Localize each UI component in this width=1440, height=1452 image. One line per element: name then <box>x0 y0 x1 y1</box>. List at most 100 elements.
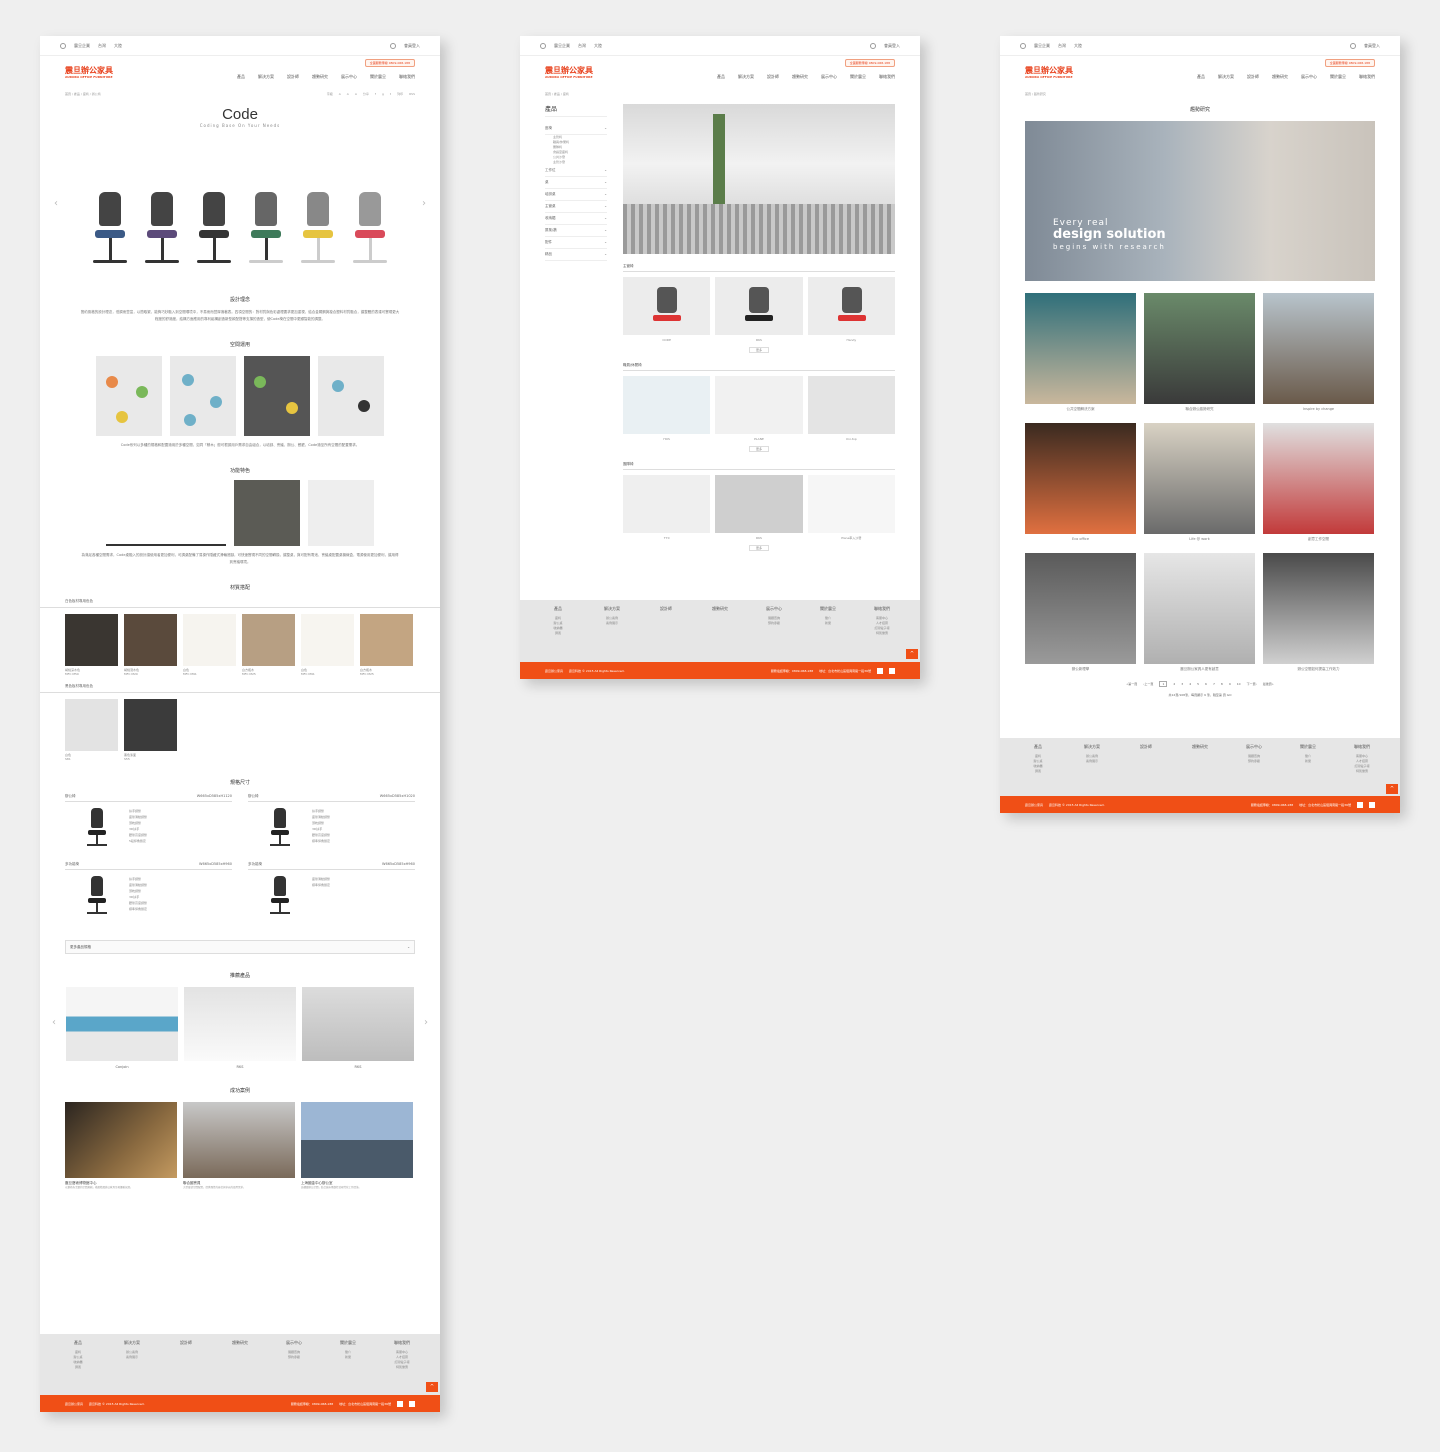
footer-link[interactable]: 新聞 <box>812 621 844 626</box>
product-card[interactable]: Uni-top <box>807 376 895 441</box>
footer-link[interactable]: 案例展示 <box>596 621 628 626</box>
pagination-item[interactable]: 2 <box>1173 682 1175 686</box>
nav-item[interactable]: 關於震旦 <box>370 74 386 80</box>
footer-link[interactable]: 案例展示 <box>1076 759 1108 764</box>
pagination-item[interactable]: 3 <box>1181 682 1183 686</box>
nav-item[interactable]: 設計師 <box>287 74 299 80</box>
chevron-right-icon[interactable]: › <box>424 1017 428 1028</box>
sidebar-item[interactable]: 桌 ⌄ <box>545 177 607 189</box>
footer-heading[interactable]: 聯絡我們 <box>1346 744 1378 750</box>
region-select[interactable]: 台灣 <box>98 43 106 49</box>
more-button[interactable]: 更多 <box>749 545 769 551</box>
footer-link[interactable]: 屏風 <box>1022 769 1054 774</box>
research-card[interactable]: 震旦辦公家具人更有創意 <box>1144 553 1255 675</box>
sidebar-item[interactable]: 屏風/牆 ⌄ <box>545 225 607 237</box>
pagination-item[interactable]: ‹上一頁 <box>1143 682 1153 686</box>
product-card[interactable]: RKS <box>715 475 803 540</box>
product-card[interactable]: T70 <box>623 475 711 540</box>
footer-heading[interactable]: 設計師 <box>1130 744 1162 750</box>
case-item[interactable]: 上海國金中心辦公室 高樓層辦公空間，結合城市景觀打造現代化工作環境。 <box>301 1102 413 1190</box>
pagination-item[interactable]: 8 <box>1221 682 1223 686</box>
footer-link[interactable]: 預約參觀 <box>758 621 790 626</box>
footer-heading[interactable]: 關於震旦 <box>332 1340 364 1346</box>
case-item[interactable]: 聯合國會員 大型會議空間配置，提供彈性的座位與多元的使用需求。 <box>183 1102 295 1190</box>
footer-link[interactable]: 預約參觀 <box>278 1355 310 1360</box>
youtube-icon[interactable] <box>889 667 895 674</box>
nav-item[interactable]: 展示中心 <box>341 74 357 80</box>
research-card[interactable]: 聯合辦公趨勢研究 <box>1144 293 1255 415</box>
footer-link[interactable]: 屏風 <box>542 631 574 636</box>
footer-heading[interactable]: 產品 <box>1022 744 1054 750</box>
pagination-item[interactable]: 5 <box>1197 682 1199 686</box>
search-icon[interactable] <box>1350 42 1356 49</box>
footer-heading[interactable]: 設計師 <box>170 1340 202 1346</box>
brand-link[interactable]: 震旦企業 <box>74 43 90 49</box>
chevron-left-icon[interactable]: ‹ <box>52 1017 56 1028</box>
footer-heading[interactable]: 展示中心 <box>758 606 790 612</box>
sidebar-item[interactable]: 主管桌 ⌄ <box>545 201 607 213</box>
more-button[interactable]: 更多 <box>749 347 769 353</box>
footer-heading[interactable]: 關於震旦 <box>812 606 844 612</box>
product-card[interactable]: RKS <box>715 277 803 342</box>
research-card[interactable]: 公共空間解決方案 <box>1025 293 1136 415</box>
footer-heading[interactable]: 產品 <box>62 1340 94 1346</box>
footer-heading[interactable]: 聯絡我們 <box>866 606 898 612</box>
footer-link[interactable]: 特別優惠 <box>866 631 898 636</box>
pagination-item[interactable]: 6 <box>1205 682 1207 686</box>
research-card[interactable]: 辦公新理學 <box>1025 553 1136 675</box>
pagination-item[interactable]: «第一頁 <box>1126 682 1137 686</box>
product-card[interactable]: CODE <box>623 277 711 342</box>
footer-logo[interactable]: 震旦辦公家具 <box>65 1402 83 1406</box>
footer-heading[interactable]: 設計師 <box>650 606 682 612</box>
logo[interactable]: 震旦辦公家具 AURORA OFFICE FURNITURE <box>65 67 113 80</box>
footer-heading[interactable]: 趨勢研究 <box>1184 744 1216 750</box>
youtube-icon[interactable] <box>1369 801 1375 808</box>
footer-heading[interactable]: 展示中心 <box>278 1340 310 1346</box>
footer-link[interactable]: 屏風 <box>62 1365 94 1370</box>
back-to-top-button[interactable]: ^ <box>426 1382 438 1392</box>
pagination-item[interactable]: 7 <box>1213 682 1215 686</box>
footer-heading[interactable]: 趨勢研究 <box>704 606 736 612</box>
research-card[interactable]: Life @ work <box>1144 423 1255 545</box>
nav-item[interactable]: 解決方案 <box>258 74 274 80</box>
search-icon[interactable] <box>870 42 876 49</box>
footer-link[interactable]: 新聞 <box>332 1355 364 1360</box>
pagination-item[interactable]: 10 <box>1237 682 1241 686</box>
product-card[interactable]: PLANE <box>715 376 803 441</box>
research-card[interactable]: Inspire by change <box>1263 293 1374 415</box>
back-to-top-button[interactable]: ^ <box>906 649 918 659</box>
facebook-icon[interactable] <box>397 1400 403 1407</box>
product-card[interactable]: Plane車入沙發 <box>807 475 895 540</box>
chevron-left-icon[interactable]: ‹ <box>54 198 58 209</box>
product-card[interactable]: Handy <box>807 277 895 342</box>
footer-heading[interactable]: 解決方案 <box>1076 744 1108 750</box>
pagination-item[interactable]: 下一頁› <box>1247 682 1257 686</box>
facebook-icon[interactable] <box>877 667 883 674</box>
footer-heading[interactable]: 趨勢研究 <box>224 1340 256 1346</box>
research-card[interactable]: 創意工作空間 <box>1263 423 1374 545</box>
nav-item[interactable]: 產品 <box>237 74 245 80</box>
related-product[interactable]: RKS <box>184 987 296 1069</box>
footer-link[interactable]: 新聞 <box>1292 759 1324 764</box>
footer-heading[interactable]: 關於震旦 <box>1292 744 1324 750</box>
login-link[interactable]: 會員登入 <box>404 43 420 49</box>
pagination-item[interactable]: 9 <box>1229 682 1231 686</box>
footer-heading[interactable]: 解決方案 <box>596 606 628 612</box>
sidebar-item[interactable]: 培訓桌 ⌄ <box>545 189 607 201</box>
footer-heading[interactable]: 產品 <box>542 606 574 612</box>
search-icon[interactable] <box>390 42 396 49</box>
facebook-icon[interactable] <box>1357 801 1363 808</box>
pagination-item[interactable]: 4 <box>1189 682 1191 686</box>
back-to-top-button[interactable]: ^ <box>1386 784 1398 794</box>
nav-item[interactable]: 趨勢研究 <box>312 74 328 80</box>
case-item[interactable]: 震旦藝術博物館中心 以藝術為主題的空間規劃，搭配精選辦公家具呈現優雅氛圍。 <box>65 1102 177 1190</box>
chevron-right-icon[interactable]: › <box>422 198 426 209</box>
footer-heading[interactable]: 聯絡我們 <box>386 1340 418 1346</box>
related-product[interactable]: Conjoin <box>66 987 178 1069</box>
sidebar-item[interactable]: 精品 ⌄ <box>545 249 607 261</box>
pagination-item[interactable]: 1 <box>1159 681 1168 687</box>
logo[interactable]: 震旦辦公家具 AURORA OFFICE FURNITURE <box>545 67 593 80</box>
youtube-icon[interactable] <box>409 1400 415 1407</box>
footer-link[interactable]: 特別優惠 <box>386 1365 418 1370</box>
related-product[interactable]: RKS <box>302 987 414 1069</box>
